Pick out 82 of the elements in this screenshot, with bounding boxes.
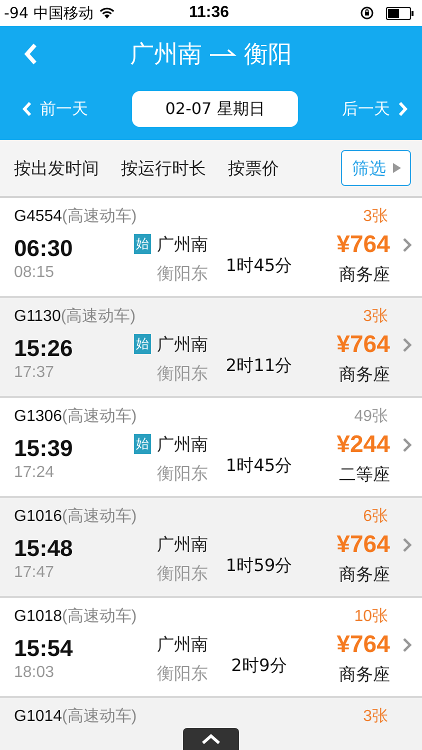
arrival-station: 衡阳东 [157,662,208,684]
seat-class: 商务座 [339,564,390,586]
train-number: G1014 [14,708,62,725]
train-type: (高速动车) [62,408,137,425]
arrival-time: 17:47 [14,564,56,582]
arrival-time: 08:15 [14,264,56,282]
ticket-count: 3张 [363,306,388,327]
ticket-count: 3张 [363,706,388,727]
train-type: (高速动车) [62,208,137,225]
train-number: G1016 [14,508,62,525]
origin-title: 广州南 [130,39,202,70]
seat-class: 商务座 [339,364,390,386]
train-type: (高速动车) [62,508,137,525]
duration: 2时9分 [230,655,288,677]
arrival-time: 18:03 [14,664,56,682]
origin-badge: 始 [134,334,151,354]
ticket-count: 49张 [354,406,388,427]
train-type: (高速动车) [60,308,136,325]
train-number: G1306 [14,408,62,425]
departure-station: 广州南 [157,434,208,456]
clock-time: 11:36 [188,4,230,22]
rotation-lock-icon [360,6,374,20]
train-row[interactable]: G1130(高速动车) 3张 15:26 17:37 始 广州南 衡阳东 2时11分 ¥764 商务座 [0,298,422,398]
duration: 1时45分 [224,255,294,277]
origin-badge: 始 [134,434,151,454]
seat-class: 商务座 [339,664,390,686]
chevron-icon [402,237,412,253]
departure-time: 15:39 [14,435,74,462]
departure-station: 广州南 [157,334,208,356]
arrival-time: 17:37 [14,364,56,382]
departure-time: 15:54 [14,635,74,662]
battery-icon [386,6,414,20]
sort-tab[interactable]: 按票价 [228,156,279,180]
price: ¥764 [336,331,390,359]
seat-class: 商务座 [339,264,390,286]
train-type: (高速动车) [62,608,137,625]
wifi-icon [98,7,114,19]
chevron-icon [402,337,412,353]
price: ¥764 [336,631,390,659]
train-number: G4554 [14,208,62,225]
ticket-count: 3张 [363,206,388,227]
duration: 1时59分 [224,555,294,577]
seat-class: 二等座 [339,464,390,486]
chevron-up-icon [200,733,222,745]
origin-badge: 始 [134,234,151,254]
triangle-icon [392,162,402,174]
chevron-icon [402,537,412,553]
arrival-station: 衡阳东 [157,462,208,484]
arrival-station: 衡阳东 [157,362,208,384]
price: ¥244 [336,431,390,459]
ticket-count: 10张 [354,606,388,627]
departure-time: 15:48 [14,535,74,562]
duration: 2时11分 [224,355,294,377]
price: ¥764 [336,231,390,259]
departure-station: 广州南 [157,634,208,656]
train-number: G1130 [14,308,61,325]
sort-tab[interactable]: 按运行时长 [121,156,206,180]
train-row[interactable]: G1016(高速动车) 6张 15:48 17:47 广州南 衡阳东 1时59分 ¥764 商务座 [0,498,422,598]
departure-station: 广州南 [157,234,208,256]
destination-title: 衡阳 [244,39,292,70]
arrival-station: 衡阳东 [157,562,208,584]
arrival-time: 17:24 [14,464,56,482]
ticket-count: 6张 [363,506,388,527]
departure-time: 06:30 [14,235,74,262]
signal-strength: -94 [4,4,28,22]
chevron-icon [402,437,412,453]
chevron-right-icon [398,101,408,117]
scroll-top-button[interactable] [183,728,239,750]
date-field[interactable]: 02-07 星期日 [132,91,298,127]
train-type: (高速动车) [62,708,137,725]
departure-time: 15:26 [14,335,74,362]
chevron-left-icon [22,101,32,117]
train-row[interactable]: G1014(高速动车) 3张 [0,698,422,750]
sort-tab[interactable]: 按出发时间 [14,156,99,180]
carrier-name: 中国移动 [34,4,94,22]
back-icon[interactable] [24,43,38,65]
departure-station: 广州南 [157,534,208,556]
duration: 1时45分 [224,455,294,477]
chevron-icon [402,637,412,653]
price: ¥764 [336,531,390,559]
train-number: G1018 [14,608,62,625]
arrival-station: 衡阳东 [157,262,208,284]
